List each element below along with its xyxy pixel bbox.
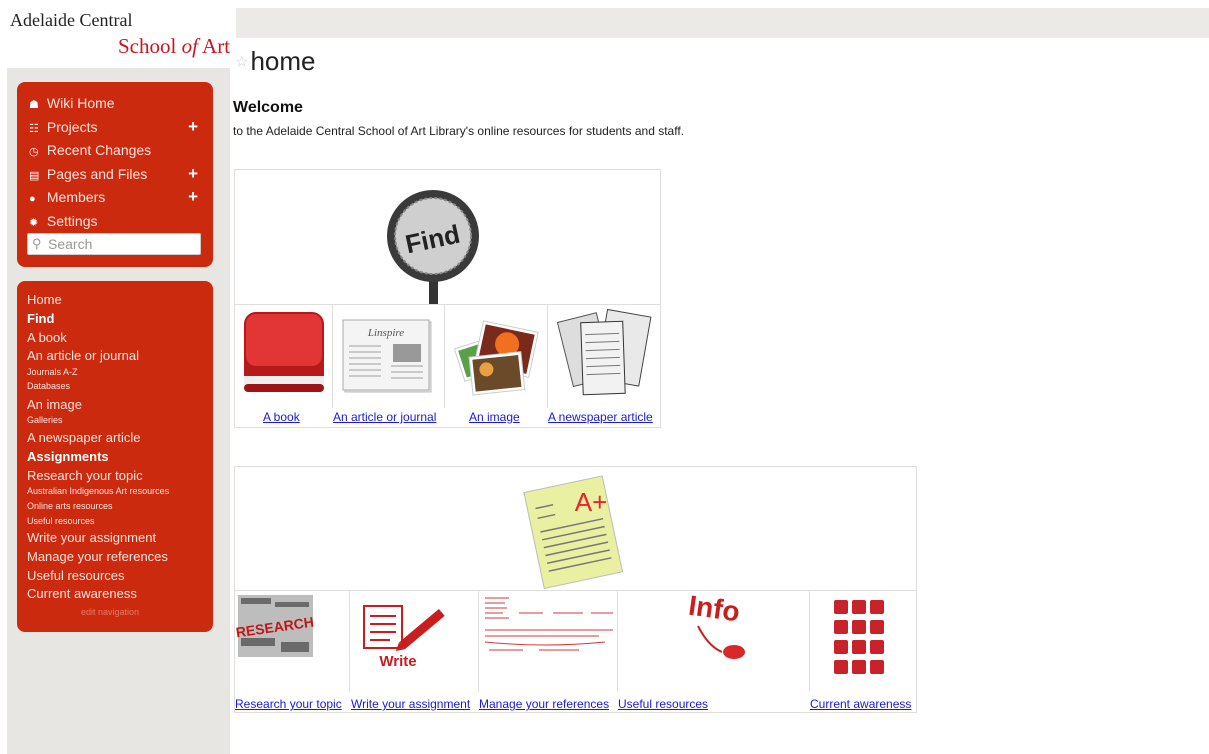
top-bar bbox=[236, 8, 1209, 38]
nav-settings[interactable]: ✹ Settings bbox=[29, 210, 204, 232]
find-table: Find Linspire A book An article or journ… bbox=[234, 169, 661, 428]
link-newspaper-article[interactable]: A newspaper article bbox=[27, 430, 140, 445]
link-manage-references[interactable]: Manage your references bbox=[27, 549, 168, 564]
assign-link-awareness[interactable]: Current awareness bbox=[810, 697, 911, 711]
page-links-box: Home Find A book An article or journal J… bbox=[17, 281, 213, 632]
plus-icon[interactable]: + bbox=[188, 163, 198, 185]
find-link-newspaper[interactable]: A newspaper article bbox=[548, 410, 653, 424]
nav-members[interactable]: ● Members + bbox=[29, 186, 204, 208]
link-research-topic[interactable]: Research your topic bbox=[27, 468, 143, 483]
nav-wiki-home[interactable]: ☗ Wiki Home bbox=[29, 92, 204, 114]
find-link-book[interactable]: A book bbox=[263, 410, 300, 424]
assign-cell-useful[interactable]: Info bbox=[618, 590, 810, 692]
references-sketch-icon bbox=[484, 597, 613, 651]
assign-cell-awareness[interactable] bbox=[810, 590, 916, 692]
assign-cell-references[interactable] bbox=[479, 590, 618, 692]
link-find[interactable]: Find bbox=[27, 311, 54, 326]
nav-label: Wiki Home bbox=[46, 95, 115, 111]
write-text: Write bbox=[379, 653, 416, 670]
write-icon: Write bbox=[363, 605, 445, 670]
nav-projects[interactable]: ☷ Projects + bbox=[29, 116, 204, 138]
grade-text: A+ bbox=[575, 487, 608, 517]
plus-icon[interactable]: + bbox=[188, 116, 198, 138]
inspire-text: Linspire bbox=[367, 327, 404, 339]
find-cell-image[interactable] bbox=[445, 304, 548, 408]
assignments-table: A+ RESEARCH Write Info Research your top… bbox=[234, 466, 917, 713]
link-indigenous-art[interactable]: Australian Indigenous Art resources bbox=[27, 486, 169, 496]
sitemap-icon: ☷ bbox=[29, 123, 39, 135]
assign-cell-write[interactable]: Write bbox=[350, 590, 479, 692]
welcome-heading: Welcome bbox=[233, 99, 303, 116]
link-current-awareness[interactable]: Current awareness bbox=[27, 586, 137, 601]
link-a-book[interactable]: A book bbox=[27, 330, 67, 345]
link-journals-az[interactable]: Journals A-Z bbox=[27, 367, 78, 377]
gear-icon: ✹ bbox=[29, 217, 39, 229]
search-icon: ⚲ bbox=[32, 236, 42, 251]
link-online-arts[interactable]: Online arts resources bbox=[27, 501, 113, 511]
link-databases[interactable]: Databases bbox=[27, 381, 70, 391]
link-galleries[interactable]: Galleries bbox=[27, 415, 63, 425]
find-banner-image[interactable]: Find bbox=[385, 186, 485, 304]
link-useful-resources-sub[interactable]: Useful resources bbox=[27, 516, 95, 526]
file-icon: ▤ bbox=[29, 170, 40, 182]
assign-link-research[interactable]: Research your topic bbox=[235, 697, 342, 711]
wiki-nav-box: ☗ Wiki Home ☷ Projects + ◷ Recent Change… bbox=[17, 82, 213, 267]
find-link-image[interactable]: An image bbox=[469, 410, 520, 424]
find-link-article[interactable]: An article or journal bbox=[333, 410, 436, 424]
find-cell-book[interactable] bbox=[235, 304, 333, 408]
nav-label: Pages and Files bbox=[46, 166, 148, 182]
nav-recent-changes[interactable]: ◷ Recent Changes bbox=[29, 139, 204, 161]
clock-icon: ◷ bbox=[29, 146, 39, 158]
logo-line1: Adelaide Central bbox=[10, 10, 133, 30]
info-text: Info bbox=[687, 590, 742, 627]
link-an-image[interactable]: An image bbox=[27, 397, 82, 412]
grade-paper-image[interactable]: A+ bbox=[519, 473, 629, 589]
intro-text: to the Adelaide Central School of Art Li… bbox=[233, 124, 684, 138]
newspapers-icon bbox=[556, 308, 652, 396]
nav-label: Settings bbox=[46, 213, 98, 229]
link-article-journal[interactable]: An article or journal bbox=[27, 348, 139, 363]
site-logo[interactable]: Adelaide Central School of Art bbox=[8, 8, 238, 62]
social-icons-grid bbox=[834, 600, 884, 674]
plus-icon[interactable]: + bbox=[188, 186, 198, 208]
search-input[interactable] bbox=[48, 235, 196, 253]
link-write-assignment[interactable]: Write your assignment bbox=[27, 530, 156, 545]
nav-pages-and-files[interactable]: ▤ Pages and Files + bbox=[29, 163, 204, 185]
info-mouse-icon: Info bbox=[687, 590, 745, 659]
magazine-icon: Linspire bbox=[342, 319, 432, 393]
find-cell-newspaper[interactable] bbox=[548, 304, 661, 408]
nav-label: Projects bbox=[46, 119, 98, 135]
link-useful-resources[interactable]: Useful resources bbox=[27, 568, 125, 583]
link-home[interactable]: Home bbox=[27, 292, 62, 307]
star-icon[interactable]: ☆ bbox=[235, 54, 248, 71]
edit-navigation-link[interactable]: edit navigation bbox=[81, 607, 139, 617]
page-title: ☆home bbox=[235, 46, 316, 77]
search-box[interactable]: ⚲ bbox=[27, 233, 201, 255]
nav-label: Members bbox=[46, 189, 106, 205]
page-title-text: home bbox=[250, 46, 316, 76]
assign-cell-research[interactable]: RESEARCH bbox=[235, 590, 350, 692]
nav-label: Recent Changes bbox=[46, 142, 152, 158]
logo-line2: School of Art bbox=[118, 34, 231, 58]
find-cell-article[interactable]: Linspire bbox=[333, 304, 445, 408]
assign-link-references[interactable]: Manage your references bbox=[479, 697, 609, 711]
assign-link-useful[interactable]: Useful resources bbox=[618, 697, 708, 711]
user-icon: ● bbox=[29, 193, 36, 205]
research-collage-icon: RESEARCH bbox=[235, 595, 315, 657]
link-assignments[interactable]: Assignments bbox=[27, 449, 109, 464]
assign-link-write[interactable]: Write your assignment bbox=[351, 697, 470, 711]
home-icon: ☗ bbox=[29, 99, 39, 111]
red-book-icon bbox=[244, 312, 324, 392]
photos-icon bbox=[453, 320, 539, 396]
